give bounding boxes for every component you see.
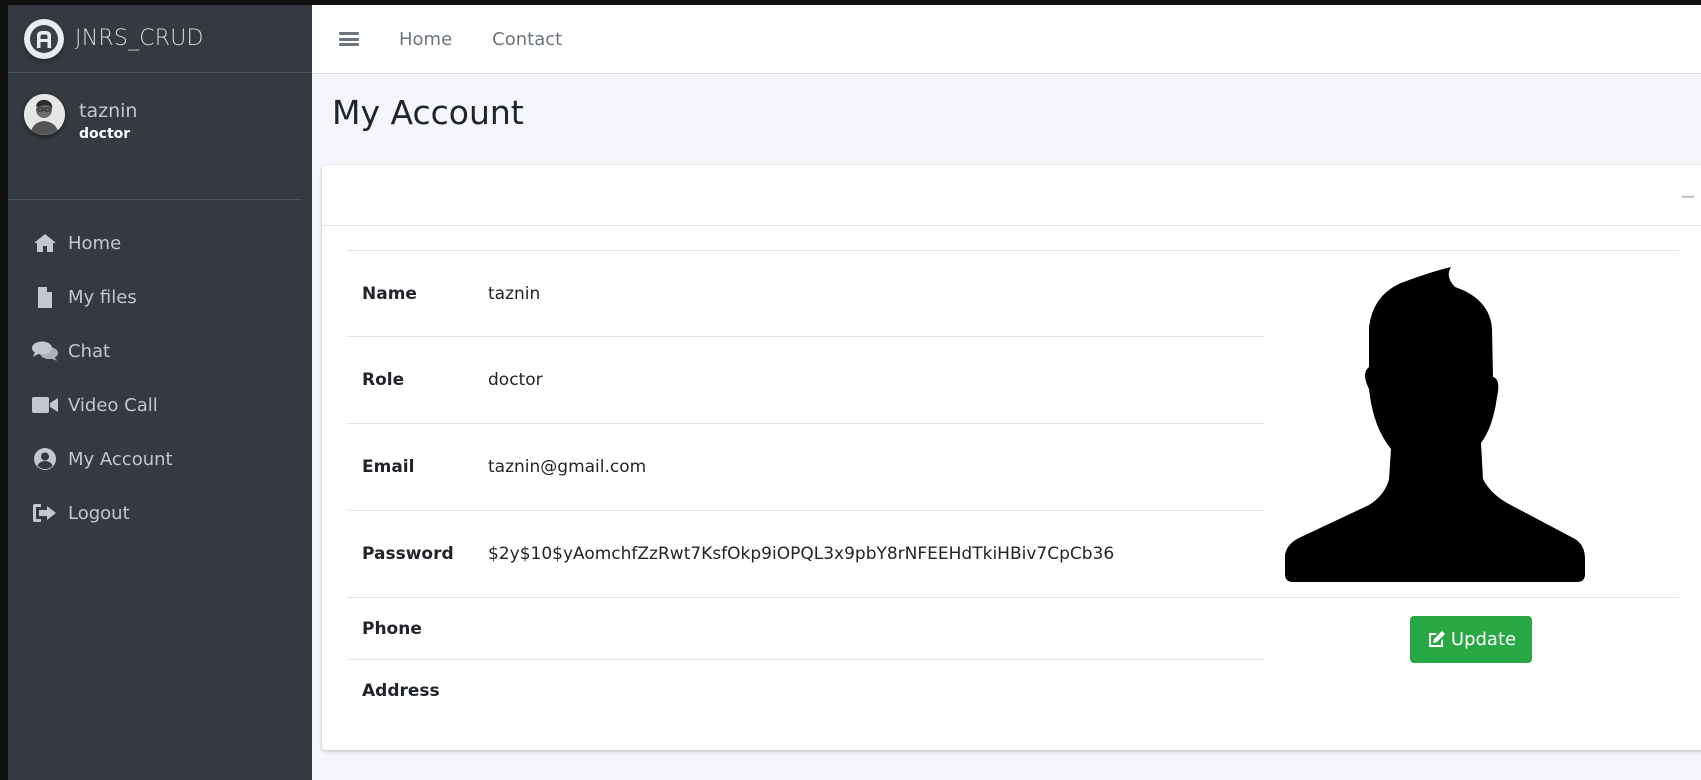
user-role: doctor xyxy=(79,126,131,142)
field-value: taznin xyxy=(488,283,541,304)
comments-icon xyxy=(32,339,58,363)
user-circle-icon xyxy=(32,447,58,471)
topnav-home-link[interactable]: Home xyxy=(399,29,452,50)
user-panel: taznin doctor xyxy=(8,73,302,200)
sidebar-item-label: Video Call xyxy=(68,394,158,416)
update-button-label: Update xyxy=(1450,629,1517,650)
table-row: Name taznin xyxy=(347,251,1264,337)
account-card: − × Name taznin Role doctor Email taznin… xyxy=(322,165,1701,750)
account-info-table: Name taznin Role doctor Email taznin@gma… xyxy=(347,250,1264,722)
field-value: doctor xyxy=(488,370,543,390)
sidebar-nav: Home My files Chat Video Call My Account… xyxy=(8,200,312,540)
menu-toggle-icon[interactable] xyxy=(339,30,359,48)
top-navbar: Home Contact xyxy=(312,5,1701,74)
sidebar-item-my-account[interactable]: My Account xyxy=(8,432,312,486)
field-label: Phone xyxy=(362,618,422,639)
sidebar-item-home[interactable]: Home xyxy=(8,216,312,270)
user-avatar[interactable] xyxy=(24,94,65,135)
app-window: JNRS_CRUD taznin doctor Home My files Ch… xyxy=(8,5,1701,780)
field-label: Email xyxy=(362,457,415,477)
video-icon xyxy=(32,393,58,417)
table-row: Password $2y$10$yAomchfZzRwt7KsfOkp9iOPQ… xyxy=(347,511,1264,598)
edit-icon xyxy=(1428,630,1445,647)
sidebar-item-label: My files xyxy=(68,286,137,308)
table-row: Phone xyxy=(347,598,1264,660)
logout-icon xyxy=(32,501,58,525)
home-icon xyxy=(32,231,58,255)
topnav-contact-link[interactable]: Contact xyxy=(492,29,562,50)
sidebar-item-label: Logout xyxy=(68,502,130,524)
file-icon xyxy=(32,285,58,309)
field-value: $2y$10$yAomchfZzRwt7KsfOkp9iOPQL3x9pbY8r… xyxy=(488,544,1115,564)
field-value: taznin@gmail.com xyxy=(488,457,647,477)
divider xyxy=(1264,250,1679,251)
field-label: Name xyxy=(362,283,417,304)
sidebar-item-my-files[interactable]: My files xyxy=(8,270,312,324)
table-row: Address xyxy=(347,660,1264,722)
brand-logo-icon xyxy=(24,18,64,59)
brand-name: JNRS_CRUD xyxy=(75,26,204,51)
page-title: My Account xyxy=(332,93,524,132)
main-content: Home Contact My Account − × Name taznin … xyxy=(312,5,1701,780)
collapse-icon[interactable]: − xyxy=(1670,184,1701,208)
user-name[interactable]: taznin xyxy=(79,99,137,123)
card-tools: − × xyxy=(1670,184,1701,208)
table-row: Email taznin@gmail.com xyxy=(347,424,1264,511)
divider xyxy=(1264,597,1679,598)
sidebar-item-label: Home xyxy=(68,232,122,254)
field-label: Password xyxy=(362,544,454,564)
card-header: − × xyxy=(322,165,1701,226)
sidebar: JNRS_CRUD taznin doctor Home My files Ch… xyxy=(8,5,312,780)
sidebar-item-chat[interactable]: Chat xyxy=(8,324,312,378)
sidebar-item-logout[interactable]: Logout xyxy=(8,486,312,540)
profile-silhouette-image xyxy=(1285,267,1585,582)
sidebar-item-video-call[interactable]: Video Call xyxy=(8,378,312,432)
table-row: Role doctor xyxy=(347,337,1264,424)
field-label: Role xyxy=(362,370,405,390)
brand-link[interactable]: JNRS_CRUD xyxy=(8,5,312,73)
sidebar-item-label: Chat xyxy=(68,340,111,362)
update-button[interactable]: Update xyxy=(1410,616,1532,663)
sidebar-item-label: My Account xyxy=(68,448,173,470)
field-label: Address xyxy=(362,681,440,701)
